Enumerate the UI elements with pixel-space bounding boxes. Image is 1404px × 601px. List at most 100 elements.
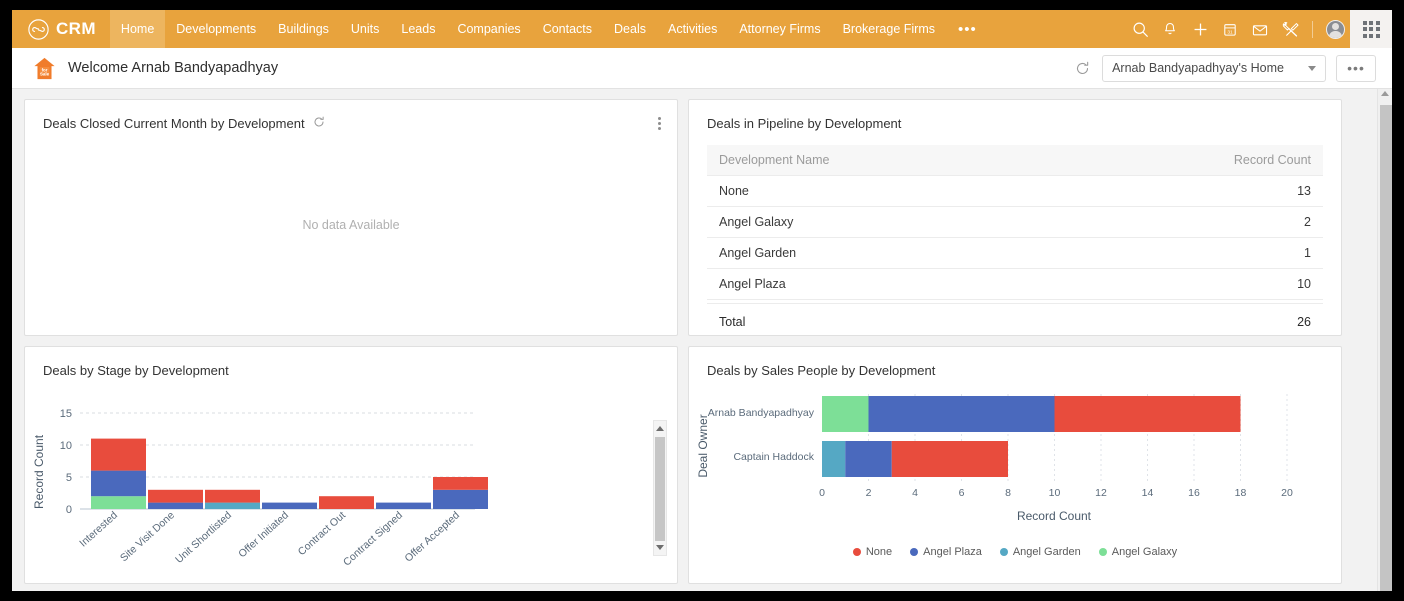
nav-items: Home Developments Buildings Units Leads … (109, 10, 989, 48)
nav-item-buildings[interactable]: Buildings (267, 10, 340, 48)
card-title-text: Deals in Pipeline by Development (707, 116, 902, 131)
x-tick-label: 4 (912, 487, 918, 499)
top-navigation-bar: CRM Home Developments Buildings Units Le… (12, 10, 1392, 48)
x-tick-label: Offer Initiated (236, 509, 291, 560)
chart-deals-by-stage: Record Count 15 10 5 0 Interested Site V… (25, 378, 677, 569)
scroll-up-icon[interactable] (1378, 91, 1392, 96)
chart-vertical-scrollbar[interactable] (653, 420, 667, 556)
nav-item-more[interactable]: ••• (946, 10, 989, 48)
x-tick-label: 20 (1281, 487, 1293, 499)
refresh-icon[interactable] (1072, 58, 1092, 78)
scroll-down-icon[interactable] (654, 540, 666, 555)
x-tick-label: 2 (866, 487, 872, 499)
bar-chart-svg: Deal Owner Arnab Bandyapadhyay Captain H… (696, 394, 1293, 523)
home-view-selector[interactable]: Arnab Bandyapadhyay's Home (1102, 54, 1326, 82)
card-deals-by-sales-people: Deals by Sales People by Development Dea… (688, 346, 1342, 584)
cell-development-name: None (707, 175, 1059, 207)
svg-text:31: 31 (1227, 29, 1233, 35)
plus-icon[interactable] (1185, 10, 1215, 48)
nav-item-contacts[interactable]: Contacts (532, 10, 603, 48)
svg-text:15: 15 (60, 408, 72, 420)
legend-item-angel-plaza[interactable]: Angel Plaza (910, 546, 982, 558)
chevron-down-icon (1308, 65, 1316, 71)
nav-item-activities[interactable]: Activities (657, 10, 728, 48)
tools-icon[interactable] (1275, 10, 1305, 48)
nav-item-brokerage-firms[interactable]: Brokerage Firms (832, 10, 946, 48)
apps-grid-icon[interactable] (1350, 10, 1392, 48)
x-tick-label: 14 (1142, 487, 1154, 499)
x-tick-label: 8 (1005, 487, 1011, 499)
refresh-icon[interactable] (313, 116, 325, 131)
card-deals-in-pipeline: Deals in Pipeline by Development Develop… (688, 99, 1342, 337)
table-row[interactable]: Angel Plaza 10 (707, 268, 1323, 300)
card-title-text: Deals by Sales People by Development (707, 363, 936, 378)
legend-color-swatch (910, 548, 919, 556)
column-header-record-count[interactable]: Record Count (1058, 145, 1323, 176)
svg-text:0: 0 (66, 504, 72, 516)
legend-item-none[interactable]: None (852, 546, 893, 558)
card-deals-by-stage: Deals by Stage by Development Record Cou… (24, 346, 678, 584)
nav-item-attorney-firms[interactable]: Attorney Firms (728, 10, 831, 48)
nav-item-units[interactable]: Units (340, 10, 390, 48)
x-tick-label: 18 (1235, 487, 1247, 499)
card-header: Deals by Stage by Development (25, 347, 677, 378)
x-tick-label: 6 (959, 487, 965, 499)
nav-item-leads[interactable]: Leads (390, 10, 446, 48)
for-sale-house-icon: for Sale (32, 56, 57, 81)
x-tick-label: 10 (1049, 487, 1061, 499)
legend-label: Angel Garden (1012, 546, 1081, 558)
bell-icon[interactable] (1155, 10, 1185, 48)
welcome-bar-actions: Arnab Bandyapadhyay's Home ••• (1072, 54, 1376, 82)
legend-item-angel-garden[interactable]: Angel Garden (999, 546, 1081, 558)
x-tick-label: 12 (1095, 487, 1107, 499)
legend-color-swatch (852, 548, 861, 556)
nav-item-deals[interactable]: Deals (603, 10, 657, 48)
table-row[interactable]: Angel Galaxy 2 (707, 206, 1323, 238)
scrollbar-thumb[interactable] (655, 437, 665, 541)
chart-deals-by-sales-people: Deal Owner Arnab Bandyapadhyay Captain H… (689, 378, 1341, 568)
nav-item-developments[interactable]: Developments (165, 10, 267, 48)
column-header-development-name[interactable]: Development Name (707, 145, 1059, 176)
nav-item-companies[interactable]: Companies (446, 10, 531, 48)
legend-label: Angel Plaza (923, 546, 982, 558)
cell-record-count: 2 (1058, 206, 1323, 238)
nav-item-home[interactable]: Home (109, 10, 166, 48)
x-tick-label: Interested (77, 509, 120, 549)
pipeline-table: Development Name Record Count None 13 An… (707, 145, 1323, 337)
brand-logo-area[interactable]: CRM (12, 10, 110, 48)
scroll-up-icon[interactable] (654, 421, 666, 436)
y-tick-label: Arnab Bandyapadhyay (708, 407, 815, 419)
envelope-icon[interactable] (1245, 10, 1275, 48)
svg-text:10: 10 (60, 440, 72, 452)
page-title: Welcome Arnab Bandyapadhyay (68, 60, 279, 76)
search-icon[interactable] (1125, 10, 1155, 48)
card-header: Deals by Sales People by Development (689, 347, 1341, 378)
y-axis-label: Record Count (32, 434, 46, 509)
scrollbar-thumb[interactable] (1380, 105, 1392, 591)
card-deals-closed-current-month: Deals Closed Current Month by Developmen… (24, 99, 678, 336)
card-header: Deals in Pipeline by Development (689, 100, 1341, 131)
card-header: Deals Closed Current Month by Developmen… (25, 100, 677, 131)
app-window: CRM Home Developments Buildings Units Le… (12, 10, 1392, 591)
legend-label: None (865, 546, 893, 558)
cell-development-name: Angel Plaza (707, 268, 1059, 300)
legend-label: Angel Galaxy (1111, 546, 1178, 558)
infinity-loop-icon (28, 18, 49, 40)
x-tick-label: Unit Shortlisted (173, 509, 234, 566)
table-total-row: Total 26 (707, 303, 1323, 337)
page-scrollbar[interactable] (1377, 89, 1392, 591)
legend-item-angel-galaxy[interactable]: Angel Galaxy (1098, 546, 1178, 558)
table-header-row: Development Name Record Count (707, 145, 1323, 176)
table-row[interactable]: None 13 (707, 175, 1323, 207)
x-tick-label: Contract Out (296, 509, 348, 558)
brand-name: CRM (56, 19, 96, 38)
table-row[interactable]: Angel Garden 1 (707, 237, 1323, 269)
more-options-button[interactable]: ••• (1336, 54, 1376, 82)
user-avatar-icon[interactable] (1320, 10, 1350, 48)
nav-divider (1312, 20, 1313, 38)
x-axis-label: Record Count (1017, 509, 1092, 523)
x-tick-label: 16 (1188, 487, 1200, 499)
y-tick-label: Captain Haddock (733, 451, 814, 463)
calendar-icon[interactable]: 31 (1215, 10, 1245, 48)
kebab-menu-icon[interactable] (656, 115, 663, 132)
